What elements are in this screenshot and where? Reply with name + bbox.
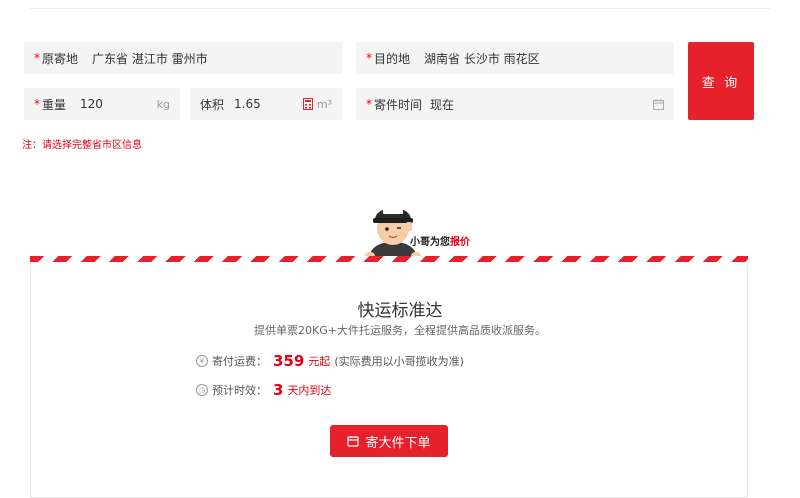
query-button[interactable]: 查 询: [688, 42, 754, 120]
weight-value: 120: [80, 97, 103, 111]
mascot-caption: 小哥为您报价: [410, 233, 470, 248]
fee-label: 寄付运费：: [212, 355, 267, 368]
yen-icon: ¥: [196, 355, 208, 367]
weight-unit: kg: [156, 97, 170, 111]
top-divider: [30, 8, 770, 9]
fee-note: (实际费用以小哥揽收为准): [334, 355, 464, 368]
quote-card: [30, 258, 748, 498]
eta-value: 3: [273, 381, 284, 399]
required-mark: *: [34, 97, 40, 111]
eta-row: ◷ 预计时效： 3 天内到达: [196, 381, 335, 399]
package-icon: [347, 436, 360, 447]
fee-value: 359: [273, 352, 305, 370]
volume-unit-group: m³: [302, 97, 332, 111]
eta-label: 预计时效：: [212, 384, 267, 397]
service-title: 快运标准达: [357, 301, 443, 321]
required-mark: *: [34, 51, 40, 65]
order-button-label: 寄大件下单: [365, 434, 431, 450]
mascot-caption-highlight: 报价: [450, 237, 470, 248]
weight-field[interactable]: * 重量 120 kg: [24, 88, 180, 120]
form-note: 注：请选择完整省市区信息: [22, 140, 142, 151]
volume-value: 1.65: [234, 97, 261, 111]
volume-label: 体积: [200, 97, 225, 112]
required-mark: *: [366, 51, 372, 65]
card-stripe-border: [30, 256, 748, 262]
volume-field[interactable]: 体积 1.65 m³: [190, 88, 342, 120]
fee-row: ¥ 寄付运费： 359 元起 (实际费用以小哥揽收为准): [196, 352, 464, 370]
origin-value: 广东省 湛江市 雷州市: [92, 51, 208, 66]
send-time-value: 现在: [430, 97, 455, 112]
order-large-item-button[interactable]: 寄大件下单: [330, 425, 448, 457]
volume-unit: m³: [316, 97, 332, 111]
courier-mascot-icon: [365, 208, 421, 264]
calendar-icon[interactable]: [653, 98, 664, 110]
mascot-caption-prefix: 小哥为您: [410, 237, 450, 248]
fee-unit: 元起: [308, 355, 331, 368]
send-time-label: 寄件时间: [374, 97, 423, 112]
eta-unit: 天内到达: [287, 384, 332, 397]
destination-value: 湖南省 长沙市 雨花区: [424, 51, 540, 66]
clock-icon: ◷: [196, 384, 208, 396]
destination-label: 目的地: [374, 51, 411, 66]
origin-field[interactable]: * 原寄地 广东省 湛江市 雷州市: [24, 42, 342, 74]
required-mark: *: [366, 97, 372, 111]
send-time-field[interactable]: * 寄件时间 现在: [356, 88, 674, 120]
weight-label: 重量: [42, 97, 67, 112]
calculator-icon[interactable]: [302, 98, 313, 110]
origin-label: 原寄地: [42, 51, 79, 66]
destination-field[interactable]: * 目的地 湖南省 长沙市 雨花区: [356, 42, 674, 74]
service-subtitle: 提供单票20KG+大件托运服务，全程提供高品质收派服务。: [254, 324, 546, 337]
